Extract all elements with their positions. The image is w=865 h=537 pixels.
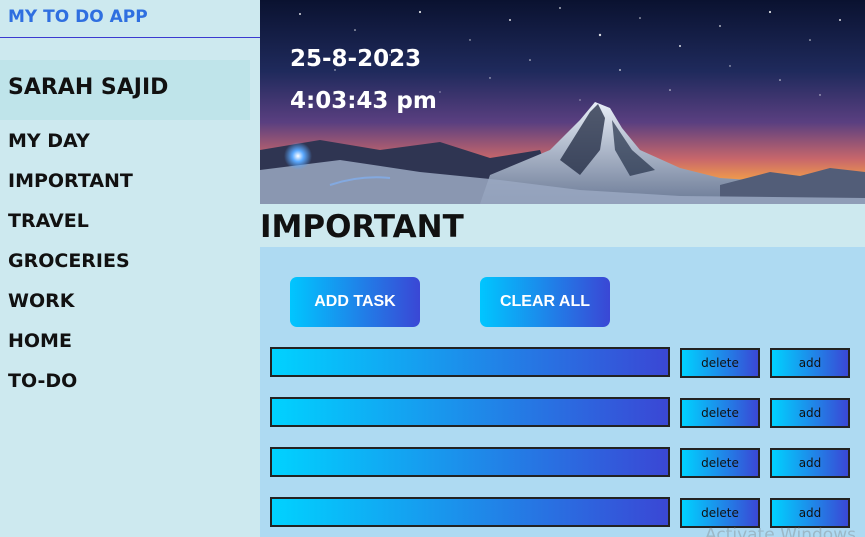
app-title: MY TO DO APP	[0, 0, 260, 38]
task-row: delete add	[270, 497, 850, 528]
task-input[interactable]	[270, 397, 670, 427]
sidebar-item-travel[interactable]: TRAVEL	[0, 201, 250, 241]
add-task-button[interactable]: ADD TASK	[290, 277, 420, 327]
page-title: IMPORTANT	[260, 206, 865, 246]
add-button[interactable]: add	[770, 448, 850, 478]
sidebar-item-to-do[interactable]: TO-DO	[0, 361, 250, 401]
task-row: delete add	[270, 447, 850, 478]
sidebar-item-groceries[interactable]: GROCERIES	[0, 241, 250, 281]
add-button[interactable]: add	[770, 398, 850, 428]
delete-task-button[interactable]: delete	[680, 448, 760, 478]
sidebar-nav: MY DAY IMPORTANT TRAVEL GROCERIES WORK H…	[0, 121, 250, 401]
current-time: 4:03:43 pm	[290, 88, 437, 114]
current-date: 25-8-2023	[290, 46, 422, 72]
windows-activation-watermark: Activate Windows	[705, 525, 856, 537]
todo-app: MY TO DO APP SARAH SAJID MY DAY IMPORTAN…	[0, 0, 865, 537]
sidebar-item-important[interactable]: IMPORTANT	[0, 161, 250, 201]
task-row: delete add	[270, 347, 850, 378]
user-name: SARAH SAJID	[0, 60, 250, 120]
sidebar-item-home[interactable]: HOME	[0, 321, 250, 361]
delete-task-button[interactable]: delete	[680, 398, 760, 428]
add-button[interactable]: add	[770, 498, 850, 528]
add-button[interactable]: add	[770, 348, 850, 378]
sidebar: MY TO DO APP SARAH SAJID MY DAY IMPORTAN…	[0, 0, 260, 537]
sidebar-item-my-day[interactable]: MY DAY	[0, 121, 250, 161]
task-panel: ADD TASK CLEAR ALL delete add delete add…	[260, 247, 865, 537]
task-row: delete add	[270, 397, 850, 428]
clear-all-button[interactable]: CLEAR ALL	[480, 277, 610, 327]
delete-task-button[interactable]: delete	[680, 348, 760, 378]
sidebar-item-work[interactable]: WORK	[0, 281, 250, 321]
task-input[interactable]	[270, 347, 670, 377]
task-input[interactable]	[270, 447, 670, 477]
task-input[interactable]	[270, 497, 670, 527]
delete-task-button[interactable]: delete	[680, 498, 760, 528]
hero-banner: 25-8-2023 4:03:43 pm	[260, 0, 865, 204]
